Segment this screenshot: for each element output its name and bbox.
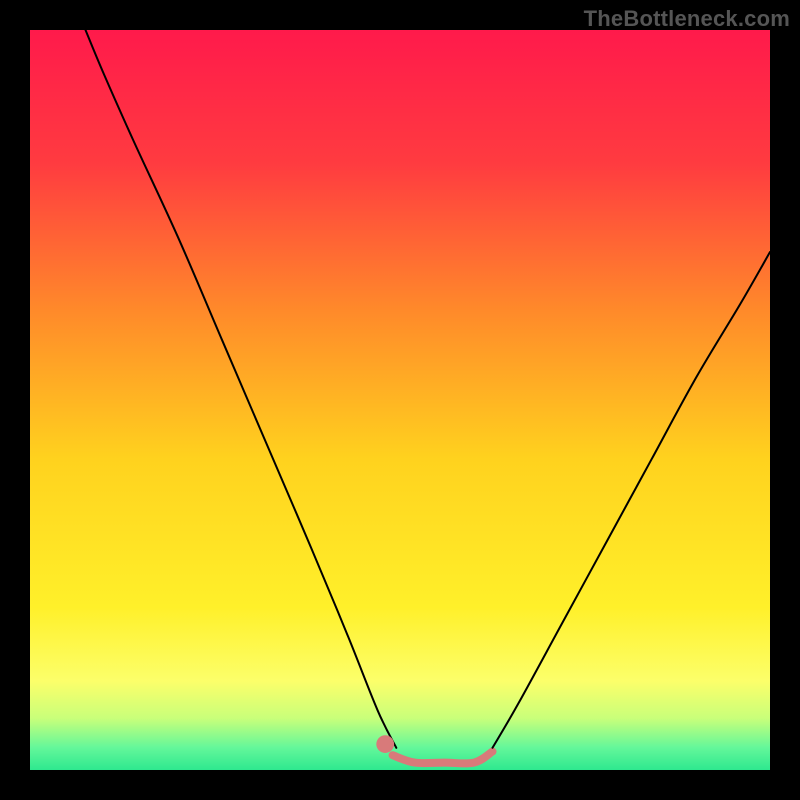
series-valley-floor xyxy=(393,752,493,764)
series-left-branch xyxy=(86,30,397,748)
watermark-label: TheBottleneck.com xyxy=(584,6,790,32)
valley-marker xyxy=(376,735,394,753)
bottleneck-curve-plot xyxy=(30,30,770,770)
series-right-branch xyxy=(493,252,771,748)
plot-frame xyxy=(30,30,770,770)
